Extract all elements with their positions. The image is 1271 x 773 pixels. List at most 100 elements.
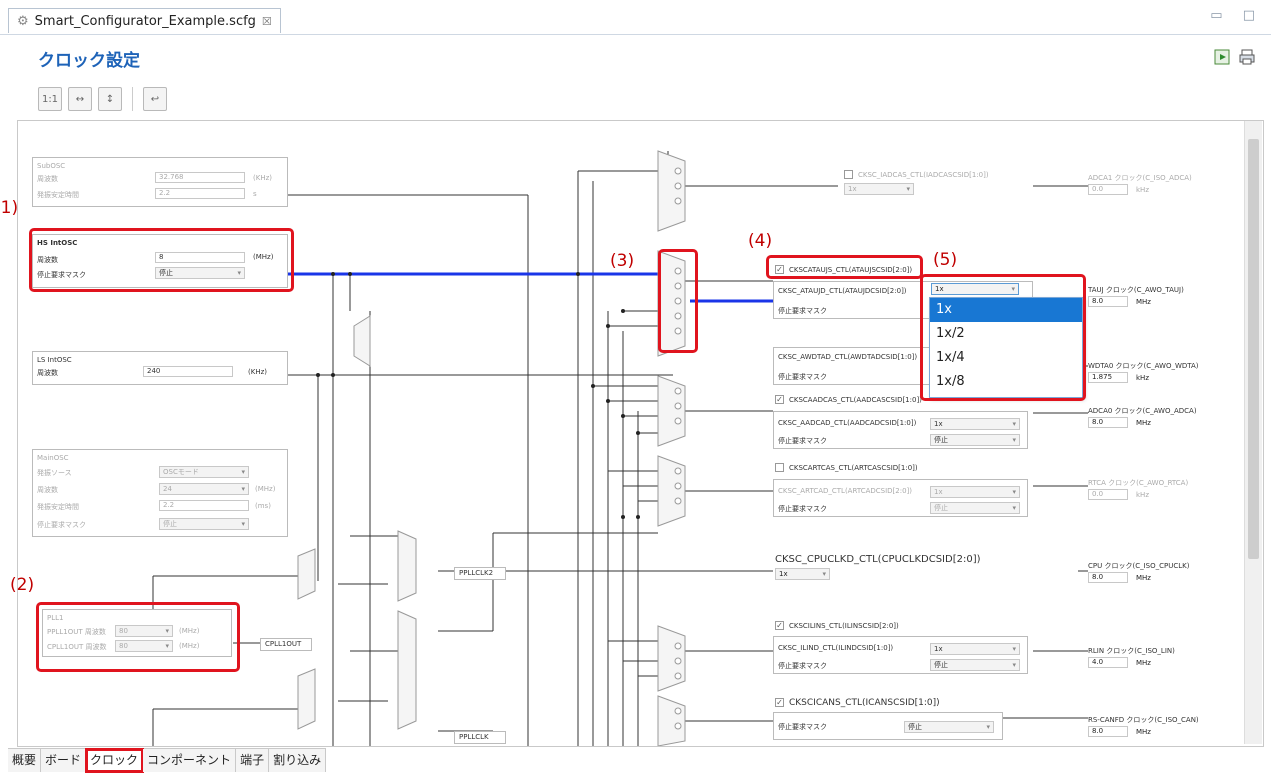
- adca1-checkbox[interactable]: [844, 170, 853, 179]
- mainosc-mask-label: 停止要求マスク: [37, 521, 86, 529]
- ilin-div-label: CKSC_ILIND_CTL(ILINDCSID[1:0]): [778, 644, 894, 652]
- artca-div-label: CKSC_ARTCAD_CTL(ARTCADCSID[2:0]): [778, 487, 912, 495]
- cpu-div-label: CKSC_CPUCLKD_CTL(CPUCLKDCSID[2:0]): [775, 554, 981, 565]
- cpu-output-label: CPU クロック(C_ISO_CPUCLK): [1088, 562, 1190, 570]
- adca1-output-label: ADCA1 クロック(C_ISO_ADCA): [1088, 174, 1192, 182]
- mainosc-title: MainOSC: [37, 454, 69, 462]
- adca1-select[interactable]: 1x: [844, 183, 914, 195]
- tab-interrupts[interactable]: 割り込み: [269, 749, 327, 772]
- subosc-box: SubOSC 周波数 32.768 (KHz) 発振安定時間 2.2 s: [32, 157, 288, 207]
- tab-component[interactable]: コンポーネント: [143, 749, 237, 772]
- ilin-output-label: RLIN クロック(C_ISO_LIN): [1088, 647, 1175, 655]
- zoom-actual-size-icon[interactable]: 1:1: [38, 87, 62, 111]
- artca-output-label: RTCA クロック(C_AWO_RTCA): [1088, 479, 1189, 487]
- fit-height-icon[interactable]: ↕: [98, 87, 122, 111]
- ilin-output-field[interactable]: 4.0: [1088, 657, 1128, 668]
- editor-tab[interactable]: ⚙ Smart_Configurator_Example.scfg ☒: [8, 8, 281, 33]
- mainosc-stab-field[interactable]: 2.2: [159, 500, 249, 511]
- close-icon[interactable]: ☒: [262, 15, 272, 28]
- artca-checkbox-label: CKSCARTCAS_CTL(ARTCASCSID[1:0]): [789, 464, 918, 472]
- subosc-title: SubOSC: [37, 162, 66, 170]
- artca-mask-label: 停止要求マスク: [778, 505, 827, 513]
- adca1-output-field[interactable]: 0.0: [1088, 184, 1128, 195]
- awdta-div-label: CKSC_AWDTAD_CTL(AWDTADCSID[1:0]): [778, 353, 918, 361]
- mainosc-freq-select[interactable]: 24: [159, 483, 249, 495]
- mainosc-stab-label: 発振安定時間: [37, 503, 79, 511]
- ican-checkbox[interactable]: ✓: [775, 698, 784, 707]
- tab-pins[interactable]: 端子: [236, 749, 270, 772]
- ican-mask-select[interactable]: 停止: [904, 721, 994, 733]
- export-icon[interactable]: ↩: [143, 87, 167, 111]
- ilin-div-select[interactable]: 1x: [930, 643, 1020, 655]
- subosc-stab-field[interactable]: 2.2: [155, 188, 245, 199]
- atauj-output-field[interactable]: 8.0: [1088, 296, 1128, 307]
- annotation-label-2: (2): [10, 575, 35, 595]
- awdta-output-field[interactable]: 1.875: [1088, 372, 1128, 383]
- aadca-mask-select[interactable]: 停止: [930, 434, 1020, 446]
- print-icon[interactable]: [1238, 48, 1256, 66]
- fit-width-icon[interactable]: ↔: [68, 87, 92, 111]
- cpll1out-signal: CPLL1OUT: [260, 638, 312, 651]
- aadca-div-select[interactable]: 1x: [930, 418, 1020, 430]
- ican-output-unit: MHz: [1136, 728, 1151, 736]
- annotation-label-5: (5): [933, 250, 958, 270]
- aadca-checkbox[interactable]: ✓: [775, 395, 784, 404]
- adca1-checkbox-label: CKSC_IADCAS_CTL(IADCASCSID[1:0]): [858, 171, 989, 179]
- subosc-freq-label: 周波数: [37, 175, 58, 183]
- bottom-tab-bar: 概要 ボード クロック コンポーネント 端子 割り込み: [8, 748, 327, 773]
- cpu-div-select[interactable]: 1x: [775, 568, 830, 580]
- artca-div-select[interactable]: 1x: [930, 486, 1020, 498]
- generate-code-icon[interactable]: [1214, 48, 1232, 66]
- aadca-divider-box: CKSC_AADCAD_CTL(AADCADCSID[1:0]) 1x 停止要求…: [773, 411, 1028, 449]
- ls-intosc-freq-field[interactable]: 240: [143, 366, 233, 377]
- ppllclk2-signal: PPLLCLK2: [454, 567, 506, 580]
- mainosc-mask-select[interactable]: 停止: [159, 518, 249, 530]
- awdta-output-label: WDTA0 クロック(C_AWO_WDTA): [1088, 362, 1199, 370]
- ls-intosc-box: LS IntOSC 周波数 240 (KHz): [32, 351, 288, 385]
- awdta-mask-label: 停止要求マスク: [778, 373, 827, 381]
- vertical-scrollbar[interactable]: [1244, 121, 1262, 744]
- ilin-divider-box: CKSC_ILIND_CTL(ILINDCSID[1:0]) 1x 停止要求マス…: [773, 636, 1028, 674]
- ls-intosc-freq-label: 周波数: [37, 369, 58, 377]
- artca-mask-select[interactable]: 停止: [930, 502, 1020, 514]
- aadca-output-label: ADCA0 クロック(C_AWO_ADCA): [1088, 407, 1197, 415]
- cpu-output-field[interactable]: 8.0: [1088, 572, 1128, 583]
- aadca-output-unit: MHz: [1136, 419, 1151, 427]
- artca-checkbox[interactable]: [775, 463, 784, 472]
- annotation-label-3: (3): [610, 251, 635, 271]
- toolbar-divider: [132, 87, 133, 111]
- annotation-label-4: (4): [748, 231, 773, 251]
- highlight-selector: [658, 249, 698, 353]
- atauj-mask-label: 停止要求マスク: [778, 307, 827, 315]
- subosc-freq-unit: (KHz): [253, 174, 272, 182]
- ilin-checkbox[interactable]: ✓: [775, 621, 784, 630]
- ican-output-label: RS-CANFD クロック(C_ISO_CAN): [1088, 716, 1199, 724]
- ican-output-field[interactable]: 8.0: [1088, 726, 1128, 737]
- aadca-mask-label: 停止要求マスク: [778, 437, 827, 445]
- artca-divider-box: CKSC_ARTCAD_CTL(ARTCADCSID[2:0]) 1x 停止要求…: [773, 479, 1028, 517]
- highlight-atauj-checkbox: [766, 255, 923, 279]
- annotation-label-1: (1): [0, 198, 19, 218]
- highlight-hs-intosc: [29, 228, 294, 292]
- ilin-mask-select[interactable]: 停止: [930, 659, 1020, 671]
- aadca-checkbox-label: CKSCAADCAS_CTL(AADCASCSID[1:0]): [789, 396, 922, 404]
- highlight-pll1: [36, 602, 240, 672]
- scrollbar-thumb[interactable]: [1248, 139, 1259, 559]
- gear-icon: ⚙: [17, 13, 29, 29]
- ppllclk-signal: PPLLCLK: [454, 731, 506, 744]
- window-controls[interactable]: ▭ □: [1210, 8, 1263, 23]
- ican-checkbox-label: CKSCICANS_CTL(ICANSCSID[1:0]): [789, 698, 940, 708]
- editor-tab-title: Smart_Configurator_Example.scfg: [34, 13, 256, 29]
- tab-overview[interactable]: 概要: [8, 749, 42, 772]
- tab-board[interactable]: ボード: [41, 749, 87, 772]
- cpu-output-unit: MHz: [1136, 574, 1151, 582]
- subosc-freq-field[interactable]: 32.768: [155, 172, 245, 183]
- ilin-mask-label: 停止要求マスク: [778, 662, 827, 670]
- tab-clock[interactable]: クロック: [85, 748, 145, 773]
- aadca-output-field[interactable]: 8.0: [1088, 417, 1128, 428]
- mainosc-src-label: 発振ソース: [37, 469, 72, 477]
- mainosc-freq-unit: (MHz): [255, 485, 276, 493]
- mainosc-src-select[interactable]: OSCモード: [159, 466, 249, 478]
- highlight-dropdown: [920, 274, 1086, 401]
- artca-output-field[interactable]: 0.0: [1088, 489, 1128, 500]
